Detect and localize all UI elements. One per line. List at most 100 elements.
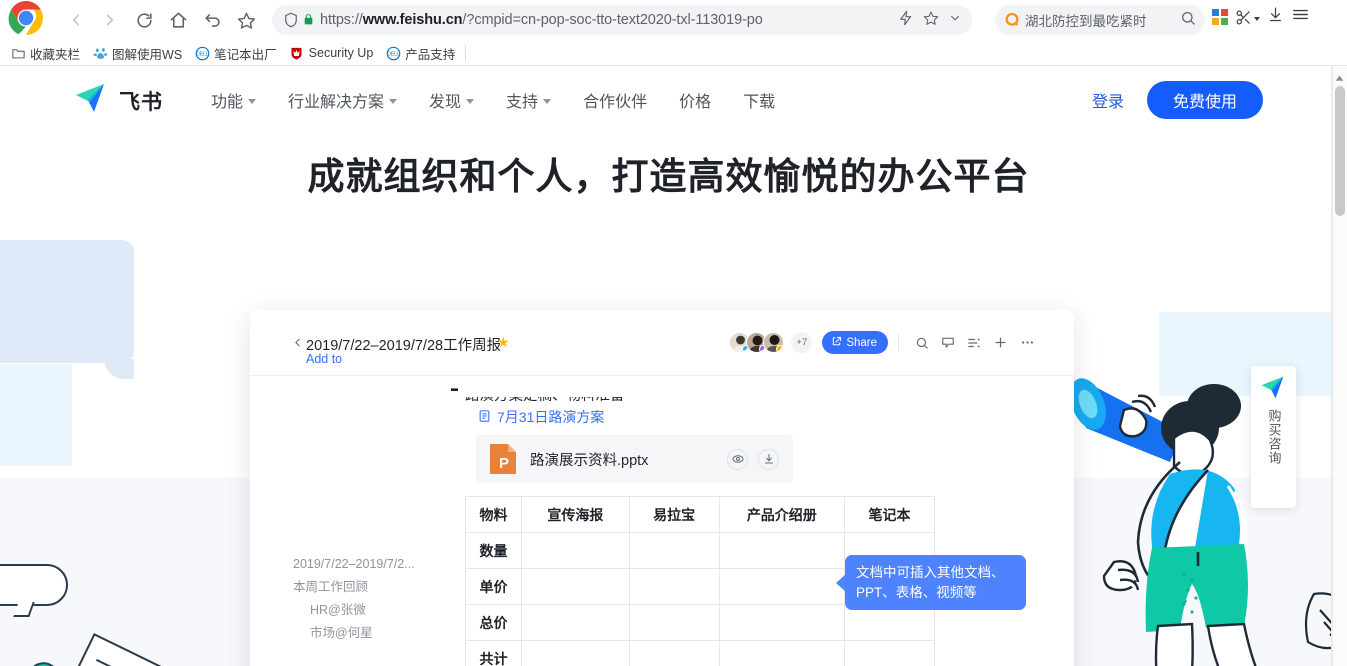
page-title: 成就组织和个人，打造高效愉悦的办公平台 — [307, 156, 1030, 197]
chevron-down-icon — [466, 98, 475, 104]
download-icon[interactable] — [1267, 6, 1284, 28]
nav-item-discover[interactable]: 发现 — [413, 88, 490, 112]
row-label: 数量 — [465, 532, 522, 569]
outline-icon[interactable] — [967, 336, 981, 350]
chrome-logo-icon — [2, 0, 50, 42]
inline-doc-link[interactable]: 7月31日路演方案 — [478, 407, 604, 427]
svg-text:DELL: DELL — [196, 51, 209, 57]
bookmark-item-security[interactable]: Security Up — [285, 42, 382, 64]
table-cell[interactable] — [628, 604, 720, 641]
download-icon[interactable] — [758, 448, 779, 470]
table-cell[interactable] — [521, 568, 630, 605]
free-trial-button[interactable]: 免费使用 — [1146, 81, 1263, 119]
bookmark-item-dell-notebook[interactable]: DELL 笔记本出厂 — [190, 42, 285, 64]
login-link[interactable]: 登录 — [1092, 88, 1124, 112]
outline-item[interactable]: HR@张微 — [293, 599, 458, 622]
table-cell[interactable] — [718, 532, 846, 569]
plus-icon[interactable] — [993, 335, 1008, 350]
comment-icon[interactable] — [941, 336, 955, 350]
row-label: 共计 — [465, 640, 522, 666]
dell-icon: DELL — [385, 45, 401, 61]
outline-item[interactable]: 本周工作回顾 — [293, 576, 458, 599]
brand-logo[interactable]: 飞书 — [74, 82, 163, 119]
preview-icon[interactable] — [727, 448, 748, 470]
attachment-box[interactable]: P 路演展示资料.pptx — [476, 435, 793, 483]
table-cell[interactable] — [521, 532, 630, 569]
table-header-cell: 产品介绍册 — [718, 496, 846, 533]
url-path: /?cmpid=cn-pop-soc-tto-text2020-txl-1130… — [462, 12, 763, 28]
outline-item[interactable]: 市场@何星 — [293, 622, 458, 645]
document-body: 2019/7/22–2019/7/2... 本周工作回顾 HR@张微 市场@何星… — [250, 376, 1074, 666]
document-toolbar: +7 Share — [729, 331, 1041, 354]
folder-icon — [10, 45, 26, 61]
reload-button[interactable] — [128, 4, 160, 36]
row-label: 单价 — [465, 568, 522, 605]
save-bookmark-icon[interactable] — [923, 10, 939, 31]
table-cell[interactable] — [521, 604, 630, 641]
table-header-cell: 笔记本 — [844, 496, 935, 533]
chevron-down-icon[interactable] — [948, 11, 962, 30]
search-icon[interactable] — [915, 336, 929, 350]
collaborator-avatars[interactable] — [729, 332, 785, 353]
nav-item-pricing[interactable]: 价格 — [663, 88, 727, 112]
nav-item-download[interactable]: 下载 — [727, 88, 791, 112]
search-input[interactable]: 湖北防控到最吃紧时 — [1025, 10, 1147, 30]
bookmark-item-baidu[interactable]: 图解使用WS — [88, 42, 190, 64]
history-back-icon[interactable] — [196, 4, 228, 36]
table-header-row: 物料 宣传海报 易拉宝 产品介绍册 笔记本 — [465, 496, 935, 533]
table-cell[interactable] — [718, 640, 846, 666]
url-scheme: https:// — [320, 12, 363, 28]
nav-item-support[interactable]: 支持 — [490, 88, 567, 112]
bookmark-item-dell-support[interactable]: DELL 产品支持 — [381, 42, 463, 64]
outline-item[interactable]: 2019/7/22–2019/7/2... — [293, 553, 458, 576]
add-to-link[interactable]: Add to — [306, 352, 342, 366]
table-cell[interactable] — [521, 640, 630, 666]
more-icon[interactable] — [1020, 335, 1035, 350]
table-cell[interactable] — [628, 568, 720, 605]
scissors-icon[interactable] — [1235, 9, 1260, 26]
search-box[interactable]: 湖北防控到最吃紧时 — [995, 5, 1205, 35]
table-cell[interactable] — [844, 640, 935, 666]
table-header-cell: 宣传海报 — [521, 496, 630, 533]
share-button[interactable]: Share — [822, 331, 888, 354]
bookmark-item-folder[interactable]: 收藏夹栏 — [6, 42, 88, 64]
nav-item-partners[interactable]: 合作伙伴 — [567, 88, 663, 112]
attachment-name: 路演展示资料.pptx — [530, 452, 649, 469]
bookmark-star-icon[interactable] — [230, 4, 262, 36]
document-preview-card: 2019/7/22–2019/7/28工作周报 ★ Add to +7 Shar… — [250, 310, 1074, 666]
chrome-menu-icon[interactable] — [1291, 5, 1310, 29]
microsoft-extension-icon[interactable] — [1212, 9, 1228, 25]
avatar[interactable] — [763, 332, 785, 353]
svg-text:P: P — [499, 455, 509, 472]
table-cell[interactable] — [718, 568, 846, 605]
back-chevron-icon[interactable] — [291, 336, 304, 354]
address-bar[interactable]: https://www.feishu.cn/?cmpid=cn-pop-soc-… — [272, 5, 972, 35]
widget-label: 购买咨询 — [1266, 409, 1282, 465]
back-button[interactable] — [60, 4, 92, 36]
nav-label: 价格 — [679, 94, 712, 111]
url-host: www.feishu.cn — [362, 12, 463, 28]
search-icon[interactable] — [1180, 10, 1196, 31]
star-icon[interactable]: ★ — [497, 334, 510, 351]
table-cell[interactable] — [718, 604, 846, 641]
bookmark-label: 笔记本出厂 — [214, 47, 277, 62]
lightning-icon[interactable] — [898, 10, 914, 31]
nav-label: 合作伙伴 — [583, 94, 648, 111]
nav-item-solutions[interactable]: 行业解决方案 — [272, 88, 413, 112]
scrollbar-thumb[interactable] — [1335, 86, 1345, 216]
table-cell[interactable] — [628, 640, 720, 666]
scroll-up-arrow-icon[interactable] — [1335, 70, 1344, 81]
bookmarks-bar: 收藏夹栏 图解使用WS DELL 笔记本出厂 Security Up DELL … — [0, 40, 1347, 66]
bookmark-label: Security Up — [308, 46, 374, 60]
extra-members-badge[interactable]: +7 — [791, 332, 813, 353]
site-info-icon[interactable] — [282, 11, 300, 29]
nav-item-features[interactable]: 功能 — [195, 88, 272, 112]
home-button[interactable] — [162, 4, 194, 36]
baidu-icon — [92, 45, 108, 61]
chevron-down-icon — [389, 98, 398, 104]
purchase-consult-widget[interactable]: 购买咨询 — [1251, 366, 1296, 508]
forward-button[interactable] — [94, 4, 126, 36]
table-cell[interactable] — [628, 532, 720, 569]
bookmark-label: 产品支持 — [405, 47, 456, 62]
url-text: https://www.feishu.cn/?cmpid=cn-pop-soc-… — [320, 12, 763, 28]
